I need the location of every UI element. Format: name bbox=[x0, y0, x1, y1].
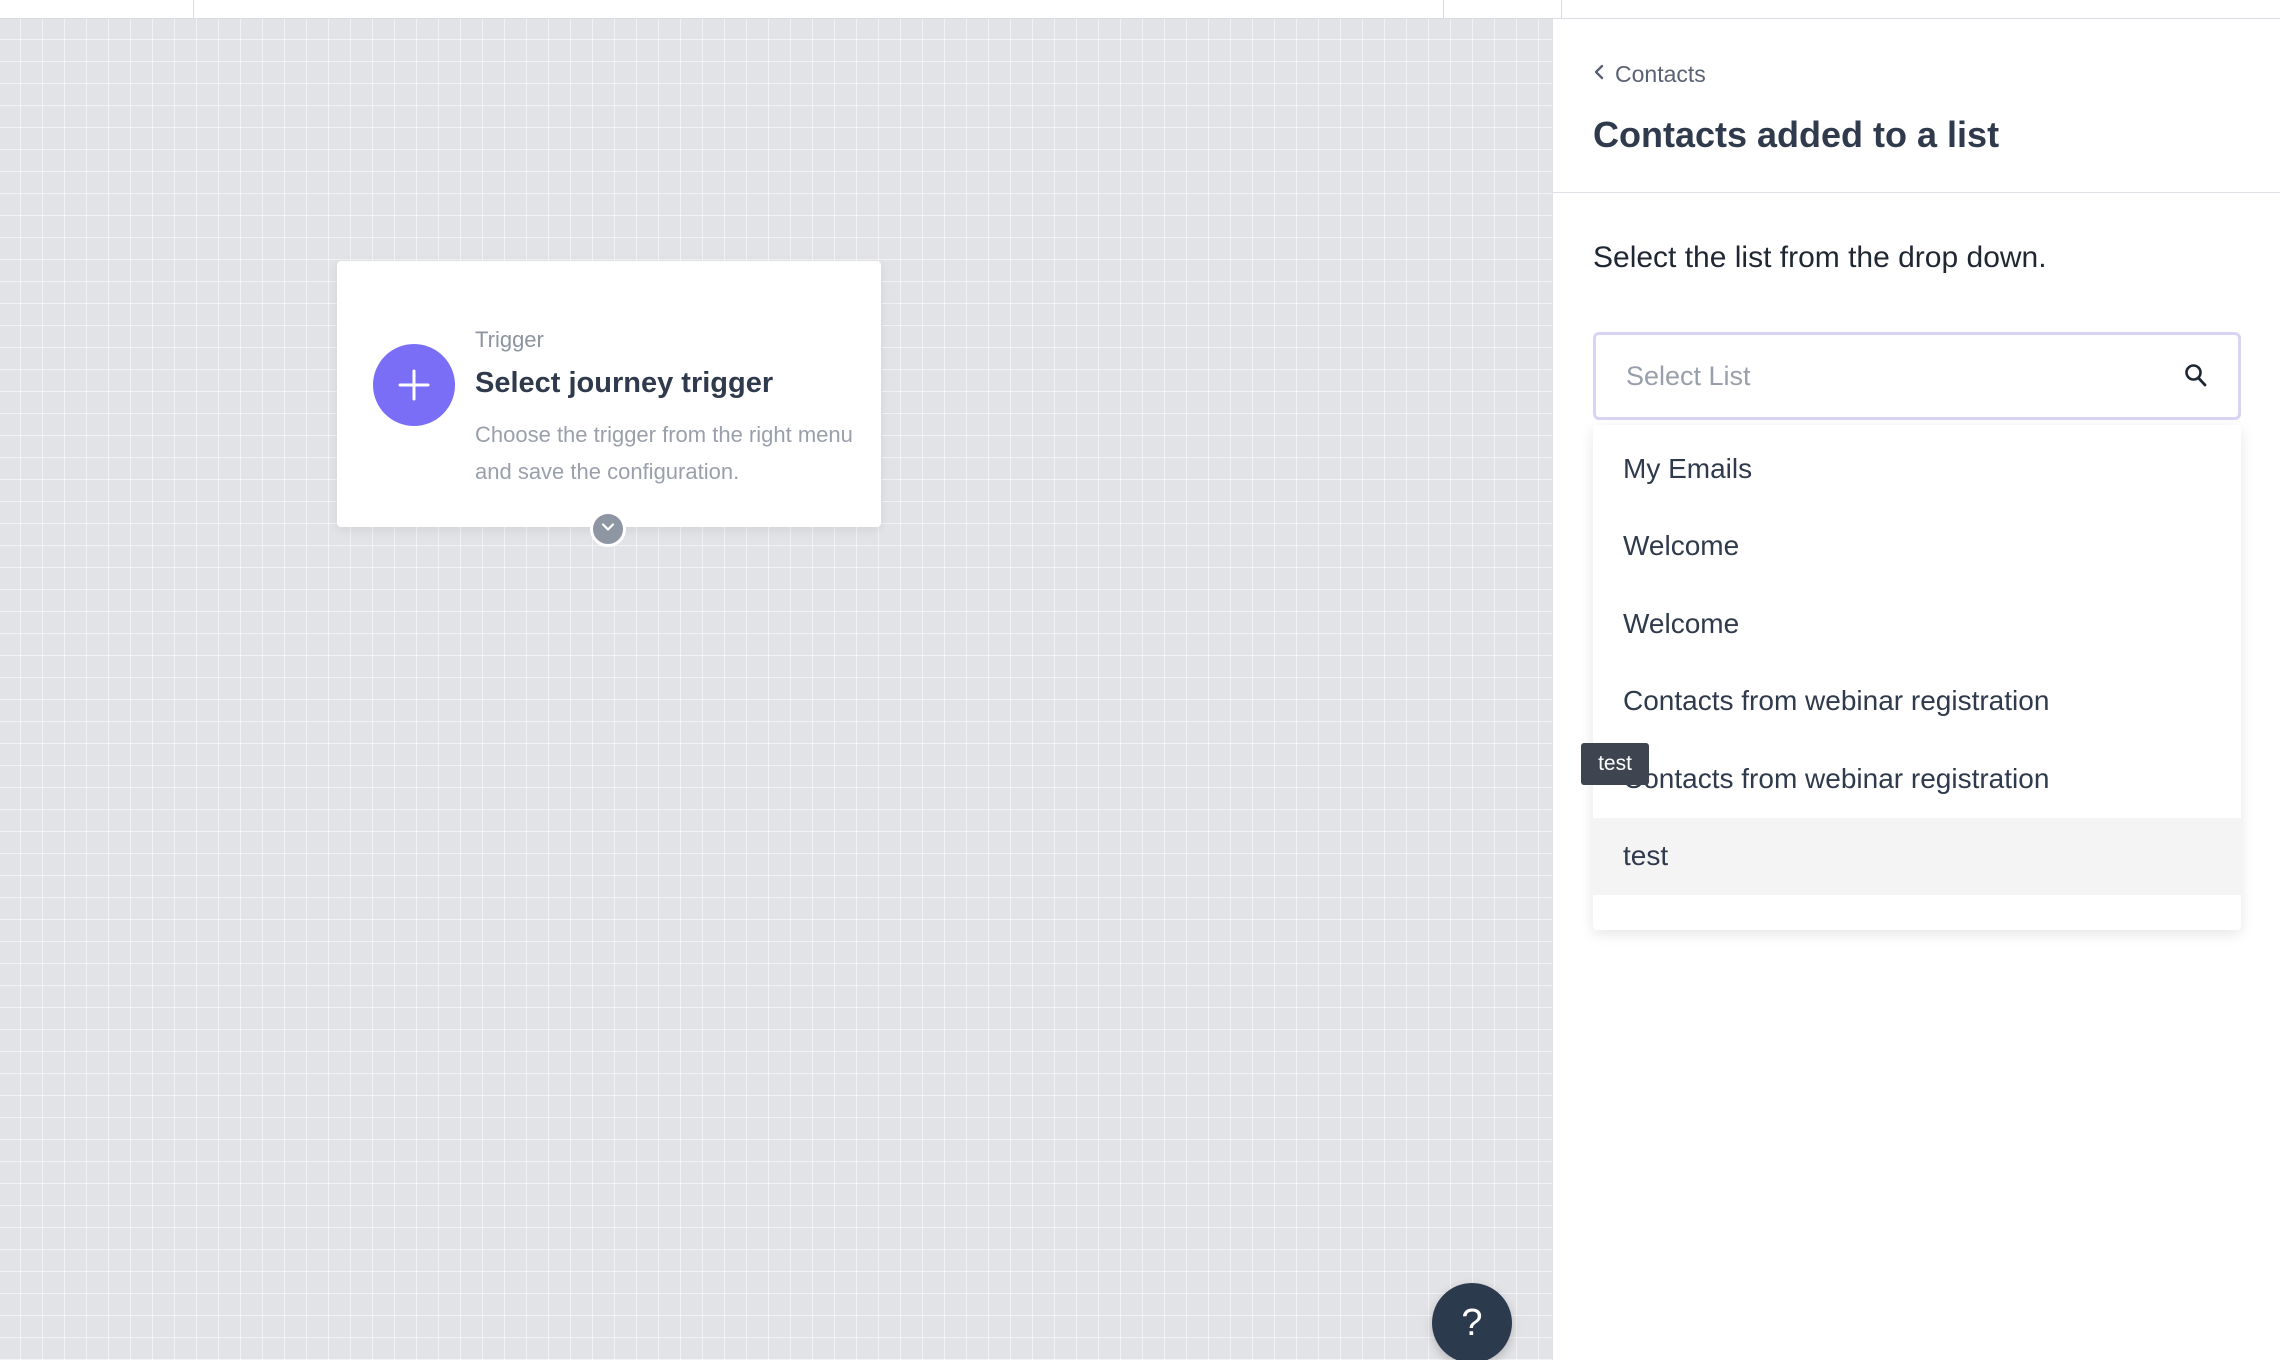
dropdown-option[interactable]: Contacts from webinar registration bbox=[1593, 663, 2241, 741]
breadcrumb[interactable]: Contacts bbox=[1593, 61, 1706, 88]
dropdown-option[interactable]: Welcome bbox=[1593, 508, 2241, 586]
dropdown-option[interactable]: Welcome bbox=[1593, 585, 2241, 663]
list-search-input[interactable] bbox=[1626, 335, 2166, 417]
chevron-left-icon bbox=[1593, 63, 1605, 86]
trigger-card[interactable]: Trigger Select journey trigger Choose th… bbox=[337, 261, 881, 547]
top-bar-divider bbox=[1561, 0, 1562, 19]
trigger-config-panel: Contacts Contacts added to a list Select… bbox=[1552, 19, 2280, 1360]
top-bar-divider bbox=[1443, 0, 1444, 19]
chevron-down-icon bbox=[600, 519, 616, 540]
journey-canvas[interactable]: Trigger Select journey trigger Choose th… bbox=[0, 19, 1552, 1360]
plus-icon[interactable] bbox=[373, 344, 455, 426]
search-icon bbox=[2184, 363, 2208, 394]
list-dropdown: My Emails Welcome Welcome Contacts from … bbox=[1593, 425, 2241, 930]
help-button[interactable]: ? bbox=[1432, 1283, 1512, 1360]
panel-title: Contacts added to a list bbox=[1593, 114, 2000, 155]
top-bar-divider bbox=[193, 0, 194, 19]
trigger-title: Select journey trigger bbox=[475, 367, 774, 399]
instruction-text: Select the list from the drop down. bbox=[1593, 241, 2047, 274]
dropdown-option[interactable]: Contacts from webinar registration bbox=[1593, 740, 2241, 818]
trigger-description: Choose the trigger from the right menu a… bbox=[475, 422, 853, 484]
trigger-kicker: Trigger bbox=[475, 327, 544, 352]
expand-button[interactable] bbox=[590, 511, 626, 547]
breadcrumb-label: Contacts bbox=[1615, 61, 1706, 87]
tooltip: test bbox=[1581, 743, 1649, 785]
list-select[interactable] bbox=[1593, 332, 2241, 420]
dropdown-option-highlighted[interactable]: test bbox=[1593, 817, 2241, 895]
panel-header: Contacts Contacts added to a list bbox=[1553, 19, 2280, 193]
top-bar bbox=[0, 0, 2280, 19]
dropdown-option[interactable]: My Emails bbox=[1593, 430, 2241, 508]
